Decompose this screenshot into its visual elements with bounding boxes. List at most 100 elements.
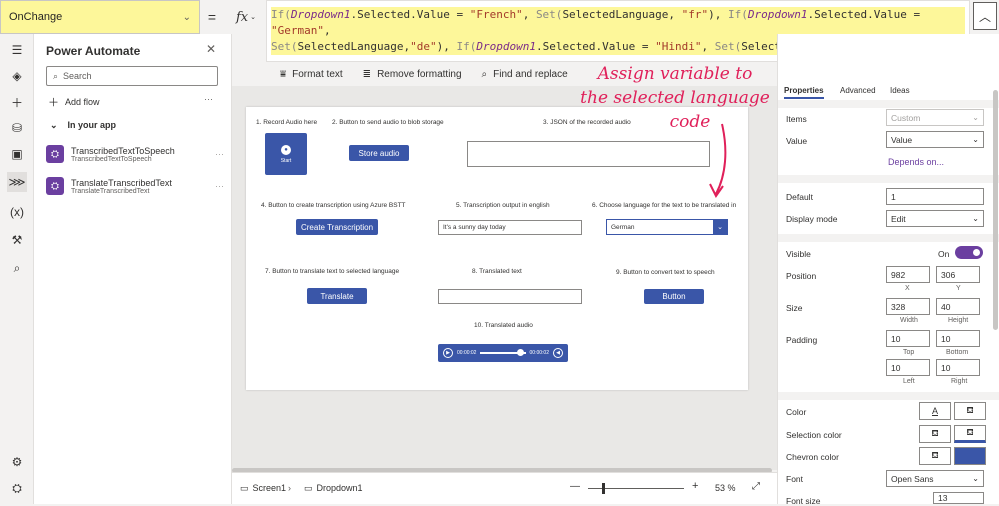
bottom-caption: Bottom — [946, 349, 969, 356]
panel-title: Power Automate — [46, 44, 141, 58]
chevron-down-icon: ⌄ — [250, 13, 257, 21]
label-record: 1. Record Audio here — [256, 119, 318, 126]
flow-name: TranslateTranscribedText — [71, 177, 172, 188]
formula-token: "German" — [271, 24, 324, 37]
media-icon[interactable]: ▣ — [7, 144, 27, 164]
more-options-icon[interactable]: ··· — [215, 149, 224, 159]
audio-player[interactable]: ▶ 00:00:02 00:00:02 ◀ — [438, 344, 568, 362]
volume-icon[interactable]: ◀ — [553, 348, 563, 358]
value-select[interactable]: Value ⌄ — [886, 131, 984, 148]
width-input[interactable]: 328 — [886, 298, 930, 315]
property-dropdown[interactable]: OnChange ⌄ — [0, 0, 200, 34]
font-select[interactable]: Open Sans ⌄ — [886, 470, 984, 487]
selection-color-picker[interactable]: ⛾ — [919, 425, 951, 443]
close-icon[interactable]: ✕ — [206, 42, 216, 56]
visible-state: On — [938, 249, 950, 259]
padding-left-input[interactable]: 10 — [886, 359, 930, 376]
chevron-down-icon: ⌄ — [972, 113, 979, 122]
zoom-slider-handle[interactable] — [602, 483, 605, 494]
database-icon[interactable]: ⛁ — [7, 118, 27, 138]
tab-properties[interactable]: Properties — [784, 86, 824, 99]
dropdown-value: German — [611, 223, 635, 231]
flow-item[interactable]: ⛭ TranscribedTextToSpeech TranscribedText… — [46, 140, 224, 168]
text-color-picker[interactable]: A — [919, 402, 951, 420]
layers-icon[interactable]: ◈ — [7, 66, 27, 86]
translate-button[interactable]: Translate — [307, 288, 367, 304]
zoom-in-button[interactable]: + — [692, 480, 698, 492]
default-input[interactable]: 1 — [886, 188, 984, 205]
fx-button[interactable]: fx ⌄ — [226, 0, 266, 34]
format-text-icon: ⩸ — [280, 68, 287, 80]
display-mode-select[interactable]: Edit ⌄ — [886, 210, 984, 227]
formula-token: Set( — [535, 8, 563, 21]
format-text-button[interactable]: ⩸ Format text — [280, 69, 343, 80]
power-automate-icon[interactable]: ⋙ — [7, 172, 27, 192]
power-automate-panel: Power Automate ✕ ⌕ Search ＋ Add flow ··· ⌄… — [34, 34, 232, 504]
tab-ideas[interactable]: Ideas — [890, 86, 910, 95]
zoom-out-button[interactable]: — — [570, 481, 580, 492]
padding-right-input[interactable]: 10 — [936, 359, 980, 376]
chevron-color-picker[interactable]: ⛾ — [919, 447, 951, 465]
screen-breadcrumb[interactable]: ▭ Screen1 — [240, 483, 286, 494]
transcription-output-input[interactable]: It's a sunny day today — [438, 220, 582, 235]
account-icon[interactable]: ⛭ — [7, 478, 27, 498]
control-breadcrumb[interactable]: ▭ Dropdown1 — [304, 483, 363, 494]
tools-icon[interactable]: ⚒ — [7, 230, 27, 250]
remove-formatting-button[interactable]: ≣ Remove formatting — [363, 69, 462, 80]
collapse-formula-button[interactable]: ︿ — [973, 2, 997, 30]
fit-to-screen-icon[interactable]: ⤢ — [752, 481, 760, 492]
play-icon[interactable]: ▶ — [443, 348, 453, 358]
store-audio-button[interactable]: Store audio — [349, 145, 409, 161]
flow-name: TranscribedTextToSpeech — [71, 145, 175, 156]
visible-toggle[interactable] — [955, 246, 983, 259]
json-output-box[interactable] — [467, 141, 710, 167]
more-options-icon[interactable]: ··· — [215, 181, 224, 191]
annotation-arrow — [709, 123, 727, 198]
formula-token: If( — [271, 8, 291, 21]
depends-on-link[interactable]: Depends on... — [888, 157, 944, 167]
height-input[interactable]: 40 — [936, 298, 980, 315]
font-size-input[interactable]: 13 — [933, 492, 984, 504]
selection-fill-picker[interactable]: ⛾ — [954, 425, 986, 443]
more-options-icon[interactable]: ··· — [204, 94, 213, 104]
settings-gear-icon[interactable]: ⚙ — [7, 452, 27, 472]
padding-top-input[interactable]: 10 — [886, 330, 930, 347]
search-icon[interactable]: ⌕ — [7, 258, 27, 278]
language-dropdown[interactable]: German ⌄ — [606, 219, 728, 235]
find-replace-button[interactable]: ⌕ Find and replace — [482, 69, 568, 80]
items-select[interactable]: Custom ⌄ — [886, 109, 984, 126]
fill-color-picker[interactable]: ⛾ — [954, 402, 986, 420]
flow-item[interactable]: ⛭ TranslateTranscribedText TranslateTrans… — [46, 172, 224, 200]
position-y-input[interactable]: 306 — [936, 266, 980, 283]
padding-label: Padding — [786, 335, 818, 345]
search-input[interactable]: ⌕ Search — [46, 66, 218, 86]
menu-icon[interactable]: ☰ — [7, 40, 27, 60]
chevron-color-label: Chevron color — [786, 452, 839, 462]
padding-bottom-input[interactable]: 10 — [936, 330, 980, 347]
vertical-scrollbar[interactable] — [993, 90, 998, 330]
chevron-fill-swatch[interactable] — [954, 447, 986, 465]
flow-icon: ⛭ — [46, 145, 64, 163]
paint-bucket-icon: ⛾ — [966, 405, 974, 415]
formula-token: If( — [728, 8, 748, 21]
translated-text-input[interactable] — [438, 289, 582, 304]
formula-token: Dropdown1 — [290, 8, 351, 21]
formula-token: .Selected.Value = — [350, 8, 470, 21]
tab-advanced[interactable]: Advanced — [840, 86, 876, 95]
text-to-speech-button[interactable]: Button — [644, 289, 704, 304]
add-flow-button[interactable]: ＋ Add flow — [48, 94, 100, 110]
seek-handle[interactable] — [517, 349, 525, 356]
variables-icon[interactable]: (x) — [7, 202, 27, 222]
position-x-input[interactable]: 982 — [886, 266, 930, 283]
record-audio-button[interactable]: ● Start — [265, 133, 307, 175]
create-transcription-button[interactable]: Create Transcription — [296, 219, 378, 235]
formula-token: "fr" — [681, 8, 709, 21]
label-store: 2. Button to send audio to blob storage — [332, 119, 444, 126]
add-icon[interactable]: ＋ — [7, 92, 27, 112]
value-label: Value — [786, 136, 808, 146]
audio-seek-bar[interactable] — [480, 349, 526, 356]
in-your-app-section[interactable]: ⌄ In your app — [50, 120, 116, 131]
screen-name: Screen1 — [252, 483, 287, 493]
paint-bucket-icon: ⛾ — [931, 428, 939, 438]
formula-token: "French" — [469, 8, 523, 21]
